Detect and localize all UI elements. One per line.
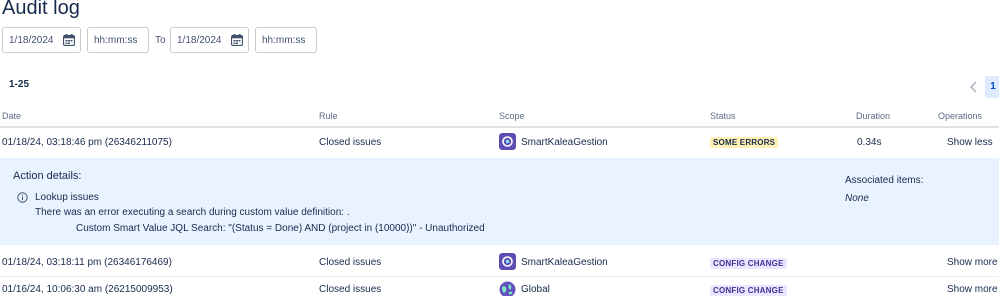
globe-icon: [499, 281, 516, 296]
action-error-message: There was an error executing a search du…: [35, 207, 350, 218]
header-duration[interactable]: Duration: [856, 111, 890, 121]
page-button-current[interactable]: 1: [985, 76, 999, 98]
to-time-field[interactable]: hh:mm:ss: [255, 27, 317, 53]
row-rule[interactable]: Closed issues: [319, 284, 381, 295]
header-scope[interactable]: Scope: [499, 111, 525, 121]
info-icon: [17, 192, 28, 203]
to-label: To: [155, 35, 166, 46]
action-error-detail: Custom Smart Value JQL Search: "(Status …: [76, 223, 485, 234]
status-badge: SOME ERRORS: [710, 137, 779, 148]
action-name: Lookup issues: [35, 192, 99, 203]
result-range: 1-25: [9, 79, 30, 90]
associated-items-value: None: [845, 193, 869, 204]
associated-items-heading: Associated items:: [845, 175, 924, 186]
row-scope: Global: [521, 284, 550, 295]
header-operations: Operations: [938, 111, 983, 121]
project-icon: [499, 133, 516, 150]
show-more-link[interactable]: Show more: [947, 284, 998, 295]
status-badge: CONFIG CHANGE: [710, 285, 787, 296]
chevron-left-icon[interactable]: [968, 80, 980, 94]
calendar-icon[interactable]: [63, 34, 75, 46]
action-details-heading: Action details:: [13, 170, 82, 182]
row-scope: SmartKaleaGestion: [521, 257, 608, 268]
to-date-field[interactable]: 1/18/2024: [170, 27, 249, 53]
header-status[interactable]: Status: [710, 111, 736, 121]
to-date-value: 1/18/2024: [177, 35, 222, 46]
from-date-field[interactable]: 1/18/2024: [2, 27, 81, 53]
project-icon: [499, 253, 516, 270]
row-date: 01/16/24, 10:06:30 am (26215009953): [2, 284, 173, 295]
row-date: 01/18/24, 03:18:11 pm (26346176469): [2, 257, 172, 268]
table-row: 01/18/24, 03:18:46 pm (26346211075) Clos…: [0, 128, 999, 158]
header-date[interactable]: Date: [2, 111, 21, 121]
table-row: 01/16/24, 10:06:30 am (26215009953) Clos…: [0, 277, 999, 296]
row-rule[interactable]: Closed issues: [319, 257, 381, 268]
row-duration: 0.34s: [857, 137, 882, 148]
show-more-link[interactable]: Show more: [947, 257, 998, 268]
status-badge: CONFIG CHANGE: [710, 258, 787, 269]
page-title: Audit log: [2, 0, 80, 19]
from-date-value: 1/18/2024: [9, 35, 54, 46]
to-time-placeholder: hh:mm:ss: [262, 35, 306, 46]
header-rule[interactable]: Rule: [319, 111, 338, 121]
table-row: 01/18/24, 03:18:11 pm (26346176469) Clos…: [0, 247, 999, 275]
from-time-placeholder: hh:mm:ss: [94, 35, 138, 46]
from-time-field[interactable]: hh:mm:ss: [87, 27, 149, 53]
calendar-icon[interactable]: [231, 34, 243, 46]
row-rule[interactable]: Closed issues: [319, 137, 381, 148]
row-scope: SmartKaleaGestion: [521, 137, 608, 148]
show-less-link[interactable]: Show less: [947, 137, 993, 148]
row-date: 01/18/24, 03:18:46 pm (26346211075): [2, 137, 172, 148]
